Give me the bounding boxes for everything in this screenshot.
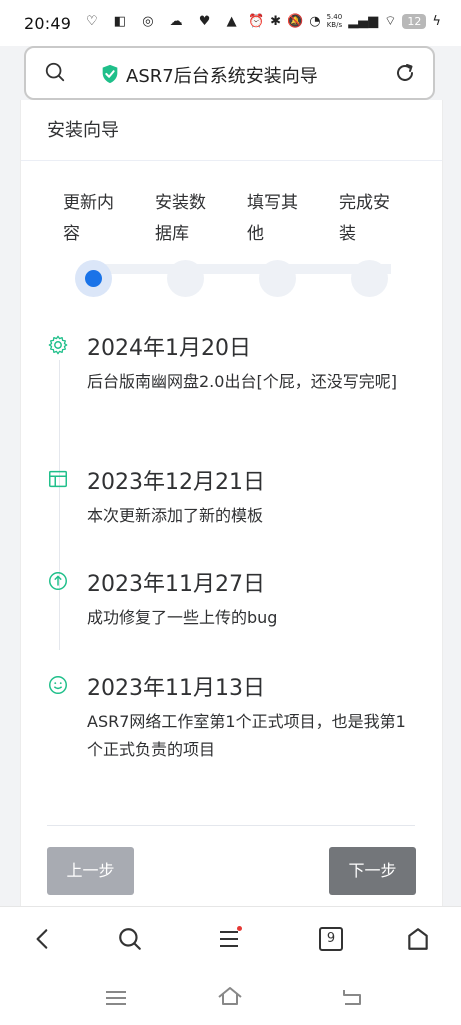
- bluetooth-icon: ✱: [270, 13, 282, 29]
- system-back-icon[interactable]: [339, 986, 365, 1008]
- recent-apps-icon[interactable]: [103, 987, 129, 1009]
- step-2-dot: [167, 260, 204, 297]
- net-speed: 5.40 KB/s: [327, 13, 343, 29]
- smile-icon: [49, 676, 67, 694]
- timeline-date: 2023年12月21日: [87, 470, 265, 495]
- timeline-desc: 后台版南幽网盘2.0出台[个屁，还没写完呢]: [87, 372, 397, 391]
- step-1-dot: [75, 260, 112, 297]
- step-track: [95, 264, 391, 274]
- step-1-dot-inner: [85, 270, 102, 287]
- search-icon[interactable]: [117, 926, 143, 952]
- net-speed-unit: KB/s: [326, 21, 343, 29]
- system-home-icon[interactable]: [217, 985, 243, 1007]
- status-bar: 20:49 ♡ ◧ ◎ ☁ ♥ ▲ ⏰ ✱ 🔕 ◔ 5.40 KB/s ▂▄▆ …: [0, 0, 461, 46]
- page-title[interactable]: ASR7后台系统安装向导: [126, 62, 318, 88]
- status-right: ⏰ ✱ 🔕 ◔ 5.40 KB/s ▂▄▆ ⌔ 12 ϟ: [248, 13, 441, 29]
- step-3-dot: [259, 260, 296, 297]
- timeline-desc: ASR7网络工作室第1个正式项目，也是我第1个正式负责的项目: [87, 712, 406, 759]
- gear-icon: [48, 335, 68, 355]
- arrow-up-circle-icon: [49, 572, 67, 590]
- timeline-date: 2024年1月20日: [87, 336, 251, 361]
- footer-divider: [47, 825, 415, 826]
- net-speed-value: 5.40: [326, 13, 343, 21]
- window-icon: [49, 470, 67, 488]
- timeline-desc: 本次更新添加了新的模板: [87, 506, 264, 525]
- search-icon[interactable]: [44, 61, 66, 83]
- menu-icon[interactable]: [217, 926, 243, 952]
- mute-icon: 🔕: [287, 13, 304, 29]
- battery-level: 12: [402, 13, 427, 29]
- browser-bottom-bar: 9: [0, 906, 461, 1025]
- next-step-button[interactable]: 下一步: [329, 847, 416, 895]
- card-title: 安装向导: [47, 120, 119, 141]
- shield-check-icon: [102, 64, 118, 84]
- address-bar[interactable]: ASR7后台系统安装向导: [24, 46, 435, 100]
- reload-icon[interactable]: [393, 61, 417, 85]
- step-4-dot: [351, 260, 388, 297]
- step-3-label: 填写其他: [247, 193, 298, 244]
- install-wizard-card: 安装向导 更新内容 安装数据库 填写其他 完成安装 2024年1月20日 后台版…: [20, 100, 443, 906]
- back-icon[interactable]: [30, 926, 56, 952]
- step-2-label: 安装数据库: [155, 193, 206, 244]
- notification-icons: ♡ ◧ ◎ ☁ ♥ ▲: [86, 14, 243, 29]
- tabs-button[interactable]: 9: [319, 927, 343, 951]
- step-1-label: 更新内容: [63, 193, 114, 244]
- signal-icon: ▂▄▆: [348, 13, 379, 29]
- timeline-date: 2023年11月13日: [87, 676, 265, 701]
- card-divider: [21, 160, 442, 161]
- wifi-icon: ⌔: [384, 14, 397, 29]
- timeline-desc: 成功修复了一些上传的bug: [87, 608, 278, 627]
- speed-gauge-icon: ◔: [309, 13, 321, 29]
- home-icon[interactable]: [405, 926, 431, 952]
- prev-step-button[interactable]: 上一步: [47, 847, 134, 895]
- status-time: 20:49: [24, 14, 72, 33]
- alarm-icon: ⏰: [247, 13, 265, 29]
- charging-icon: ϟ: [432, 13, 441, 29]
- step-4-label: 完成安装: [339, 193, 390, 244]
- timeline-date: 2023年11月27日: [87, 572, 265, 597]
- timeline-line: [59, 360, 60, 650]
